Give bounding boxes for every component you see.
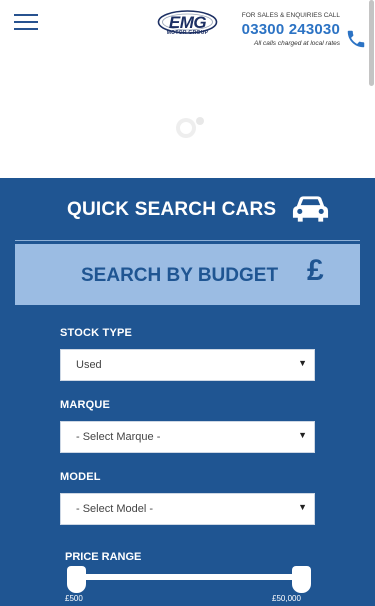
stock-type-label: STOCK TYPE xyxy=(60,327,133,339)
contact-info: FOR SALES & ENQUIRIES CALL 03300 243030 … xyxy=(228,12,340,47)
page-scrollbar[interactable] xyxy=(369,0,374,86)
chevron-down-icon: ▼ xyxy=(298,358,307,368)
phone-icon[interactable] xyxy=(345,28,367,50)
price-min-handle[interactable] xyxy=(67,566,86,593)
site-header: EMG MOTOR GROUP FOR SALES & ENQUIRIES CA… xyxy=(0,0,375,52)
search-by-budget-button[interactable]: SEARCH BY BUDGET £ xyxy=(15,244,360,305)
page: EMG MOTOR GROUP FOR SALES & ENQUIRIES CA… xyxy=(0,0,375,606)
marque-label: MARQUE xyxy=(60,399,111,411)
menu-button[interactable] xyxy=(14,13,40,31)
price-range-label: PRICE RANGE xyxy=(65,551,142,563)
stock-type-value: Used xyxy=(76,359,102,371)
menu-icon-bar xyxy=(14,21,38,23)
price-min-value: £500 xyxy=(65,594,83,603)
menu-icon-bar xyxy=(14,14,38,16)
call-rates-note: All calls charged at local rates xyxy=(254,40,340,47)
loading-spinner-icon xyxy=(176,117,204,138)
price-max-handle[interactable] xyxy=(292,566,311,593)
car-icon xyxy=(292,196,329,222)
stock-type-select[interactable]: Used ▼ xyxy=(60,349,315,381)
model-value: - Select Model - xyxy=(76,503,154,515)
marque-select[interactable]: - Select Marque - ▼ xyxy=(60,421,315,453)
logo-subtext: MOTOR GROUP xyxy=(166,30,209,36)
price-range-track[interactable] xyxy=(78,574,300,580)
phone-number-link[interactable]: 03300 243030 xyxy=(228,21,340,38)
search-by-budget-label: SEARCH BY BUDGET xyxy=(81,265,279,286)
model-label: MODEL xyxy=(60,471,101,483)
quick-search-panel: QUICK SEARCH CARS SEARCH BY BUDGET £ STO… xyxy=(0,178,375,606)
chevron-down-icon: ▼ xyxy=(298,502,307,512)
emg-logo[interactable]: EMG MOTOR GROUP xyxy=(157,10,218,38)
price-max-value: £50,000 xyxy=(272,594,301,603)
chevron-down-icon: ▼ xyxy=(298,430,307,440)
panel-divider xyxy=(15,240,360,241)
contact-label: FOR SALES & ENQUIRIES CALL xyxy=(241,12,340,19)
pound-icon: £ xyxy=(307,254,324,287)
menu-icon-bar xyxy=(14,28,38,30)
marque-value: - Select Marque - xyxy=(76,431,161,443)
model-select[interactable]: - Select Model - ▼ xyxy=(60,493,315,525)
quick-search-title: QUICK SEARCH CARS xyxy=(67,199,277,220)
